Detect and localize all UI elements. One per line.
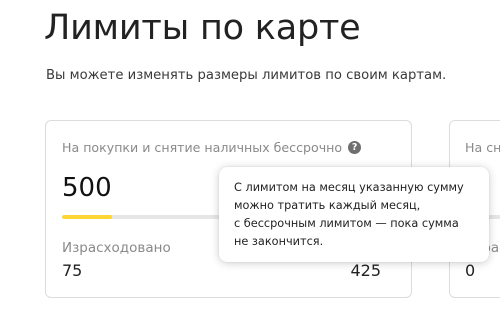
page-subtitle: Вы можете изменять размеры лимитов по св… — [46, 68, 447, 83]
remaining-amount: 425 — [350, 261, 381, 280]
limit-amount: 500 — [62, 173, 112, 203]
spent-amount: 75 — [62, 261, 83, 280]
limit-progress-fill — [62, 215, 113, 219]
tooltip-line: С лимитом на месяц указанную сумму — [234, 181, 464, 194]
limits-page: Лимиты по карте Вы можете изменять разме… — [0, 0, 500, 325]
question-mark-icon[interactable]: ? — [348, 141, 362, 154]
limit-card-label: На сн — [465, 140, 500, 155]
page-title: Лимиты по карте — [44, 8, 361, 48]
limit-help-tooltip: С лимитом на месяц указанную сумму можно… — [219, 167, 489, 262]
spent-label: Израсходовано — [62, 240, 171, 256]
limit-card-label-text: На покупки и снятие наличных бессрочно — [62, 140, 343, 155]
limit-card-label: На покупки и снятие наличных бессрочно ? — [62, 140, 362, 155]
spent-amount: 0 — [465, 261, 476, 280]
tooltip-line: не закончится. — [234, 235, 324, 248]
tooltip-line: с бессрочным лимитом — пока сумма — [234, 217, 459, 230]
tooltip-line: можно тратить каждый месяц, — [234, 199, 421, 212]
